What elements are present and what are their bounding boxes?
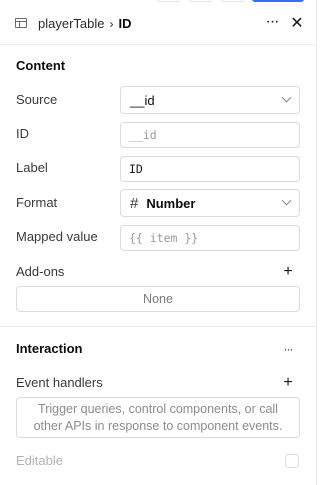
id-label: ID: [16, 126, 29, 141]
breadcrumb: playerTable › ID: [38, 16, 132, 32]
section-divider: [0, 326, 317, 327]
close-icon[interactable]: ✕: [289, 14, 305, 34]
label-input[interactable]: ID: [120, 156, 300, 182]
source-label: Source: [16, 92, 58, 107]
format-select[interactable]: # Number: [120, 189, 300, 217]
label-value: ID: [129, 162, 143, 176]
addons-empty-box[interactable]: None: [16, 286, 300, 312]
mapped-value-label: Mapped value: [16, 229, 98, 244]
source-value: __id: [130, 92, 155, 108]
content-section-title: Content: [16, 58, 66, 73]
id-input[interactable]: __id: [120, 122, 300, 148]
add-event-handler-icon[interactable]: +: [281, 375, 295, 391]
hash-icon: #: [130, 194, 139, 212]
event-handlers-empty-text: Trigger queries, control components, or …: [33, 401, 283, 433]
interaction-section-title: Interaction: [16, 341, 83, 356]
editable-checkbox[interactable]: [285, 454, 299, 468]
mapped-value-placeholder: {{ item }}: [129, 231, 199, 245]
breadcrumb-parent[interactable]: playerTable: [38, 16, 105, 32]
chevron-down-icon: [281, 195, 292, 206]
chevron-down-icon: [281, 92, 292, 103]
chevron-right-icon: ›: [109, 17, 114, 31]
addons-label: Add-ons: [16, 264, 65, 279]
inspector-panel: playerTable › ID ··· ✕ Content Source __…: [0, 0, 317, 485]
more-options-icon[interactable]: ···: [280, 343, 296, 355]
mapped-value-input[interactable]: {{ item }}: [120, 225, 300, 251]
format-value: Number: [146, 195, 196, 211]
source-select[interactable]: __id: [120, 86, 300, 114]
panel-header: playerTable › ID ··· ✕: [0, 8, 317, 42]
event-handlers-label: Event handlers: [16, 375, 103, 390]
editable-label: Editable: [16, 453, 63, 468]
add-addon-icon[interactable]: +: [281, 264, 295, 280]
format-label: Format: [16, 195, 58, 210]
label-label: Label: [16, 160, 48, 175]
addons-empty-text: None: [143, 292, 173, 306]
id-placeholder: __id: [129, 128, 157, 142]
header-divider: [0, 44, 317, 45]
table-icon: [15, 18, 27, 28]
event-handlers-empty-box[interactable]: Trigger queries, control components, or …: [16, 397, 300, 438]
more-options-icon[interactable]: ···: [262, 14, 282, 34]
breadcrumb-current: ID: [118, 16, 132, 31]
